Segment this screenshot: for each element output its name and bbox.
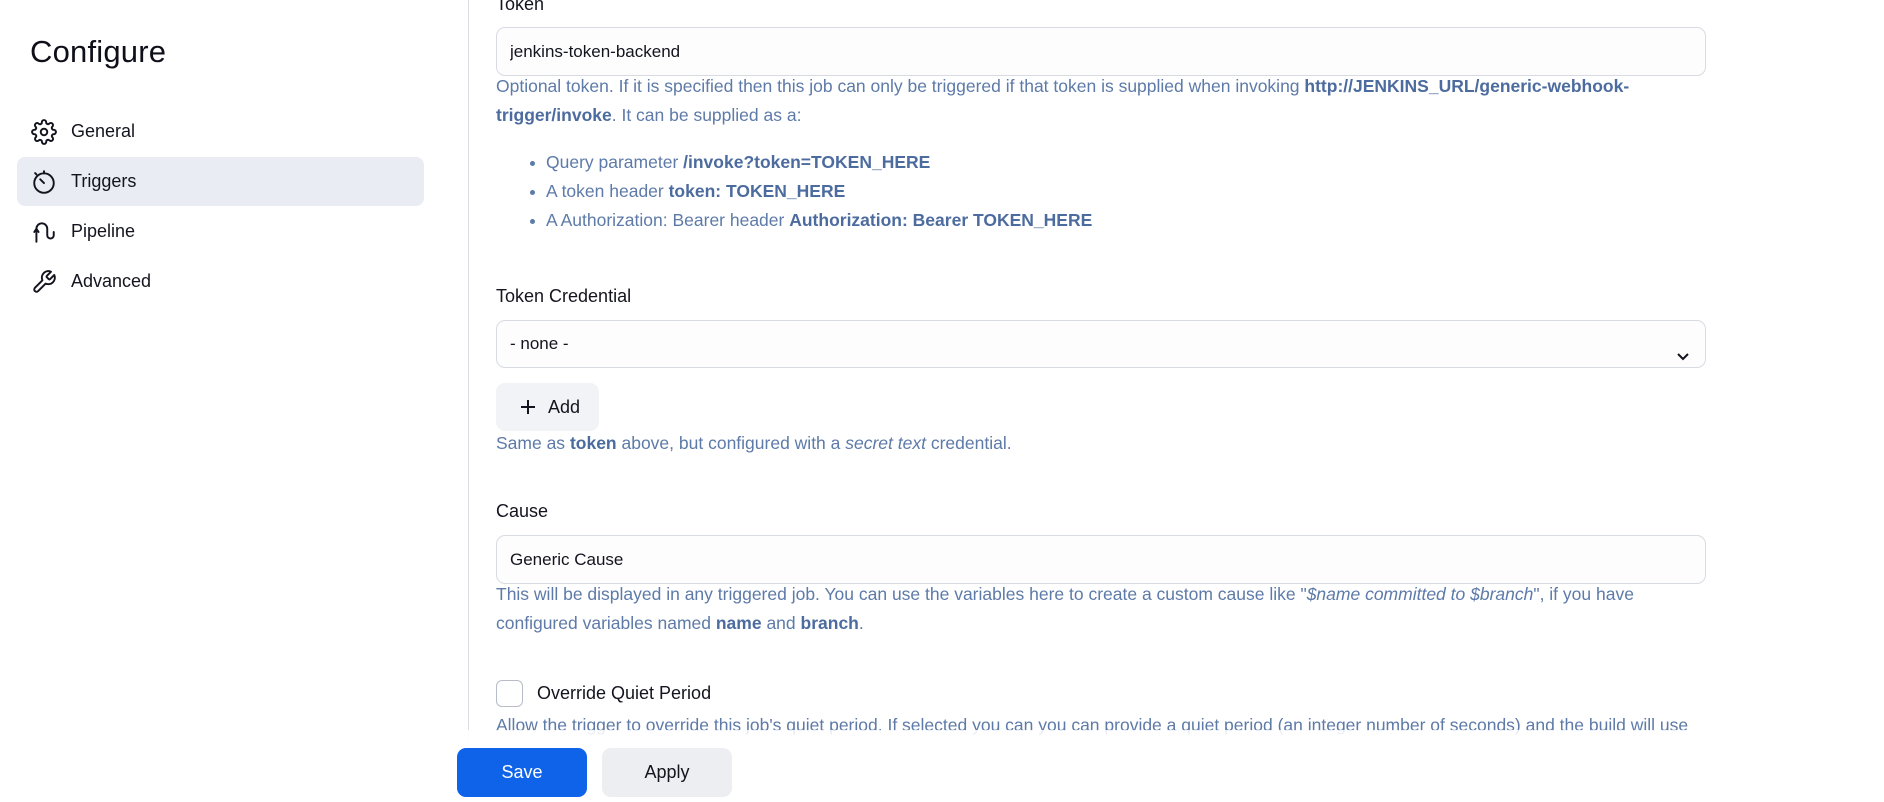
override-quiet-period-label: Override Quiet Period — [537, 683, 712, 703]
token-methods-list: Query parameter /invoke?token=TOKEN_HERE… — [529, 148, 1092, 235]
sidebar-item-label: Advanced — [71, 271, 152, 291]
chevron-down-icon — [1675, 336, 1691, 361]
token-credential-help: Same as token above, but configured with… — [496, 433, 1012, 453]
stopwatch-icon — [30, 168, 58, 196]
sidebar-item-advanced[interactable]: Advanced — [17, 257, 424, 306]
override-quiet-period-checkbox[interactable] — [496, 680, 523, 707]
sidebar-item-pipeline[interactable]: Pipeline — [17, 207, 424, 256]
sidebar-divider — [468, 0, 469, 802]
select-value: - none - — [510, 334, 569, 353]
cause-help: This will be displayed in any triggered … — [496, 584, 1634, 633]
page-title: Configure — [30, 34, 167, 69]
token-help-url-cont: trigger/invoke — [496, 105, 612, 125]
sidebar-item-label: Triggers — [71, 171, 137, 191]
cause-input[interactable] — [496, 535, 1706, 584]
plus-icon — [520, 399, 536, 415]
list-item: Query parameter /invoke?token=TOKEN_HERE — [529, 148, 1092, 177]
sidebar-item-triggers[interactable]: Triggers — [17, 157, 424, 206]
token-label: Token — [496, 0, 545, 14]
sidebar: Configure General Triggers Pipeline Adva… — [0, 0, 468, 802]
sidebar-item-label: General — [71, 121, 136, 141]
token-help: Optional token. If it is specified then … — [496, 76, 1630, 125]
add-credential-button[interactable]: Add — [496, 383, 599, 431]
list-item: A token header token: TOKEN_HERE — [529, 177, 1092, 206]
override-quiet-period-row: Override Quiet Period — [496, 680, 711, 707]
sidebar-nav: General Triggers Pipeline Advanced — [17, 107, 424, 307]
gear-icon — [30, 118, 58, 146]
save-button[interactable]: Save — [457, 748, 587, 797]
token-credential-label: Token Credential — [496, 286, 632, 306]
wrench-icon — [30, 268, 58, 296]
token-credential-select[interactable]: - none - — [496, 320, 1706, 368]
configure-page: Configure General Triggers Pipeline Adva… — [0, 0, 1884, 802]
token-help-url: http://JENKINS_URL/generic-webhook- — [1304, 76, 1630, 96]
sidebar-item-general[interactable]: General — [17, 107, 424, 156]
pipeline-icon — [30, 218, 58, 246]
apply-button[interactable]: Apply — [602, 748, 732, 797]
list-item: A Authorization: Bearer header Authoriza… — [529, 206, 1092, 235]
cause-label: Cause — [496, 501, 549, 521]
sidebar-item-label: Pipeline — [71, 221, 136, 241]
token-input[interactable] — [496, 27, 1706, 76]
